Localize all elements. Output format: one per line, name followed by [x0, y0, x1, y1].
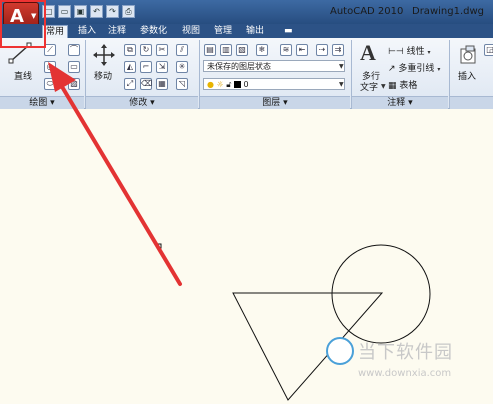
red-arrow-head: [48, 62, 76, 92]
watermark-logo-icon: [326, 337, 354, 365]
watermark-url: www.downxia.com: [358, 368, 452, 379]
watermark-text: 当下软件园: [358, 342, 453, 363]
red-arrow-line: [56, 78, 182, 286]
highlight-box: [0, 0, 46, 48]
